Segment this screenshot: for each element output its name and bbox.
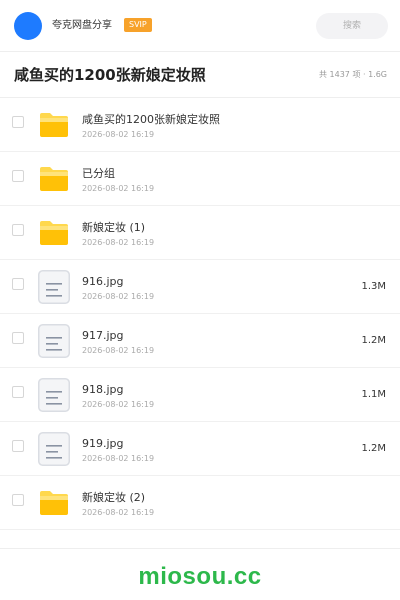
list-item[interactable]: 918.jpg 2026-08-02 16:19 1.1M [0, 368, 400, 422]
search-input[interactable]: 搜索 [316, 13, 388, 39]
list-item[interactable]: 新娘定妆 (2) 2026-08-02 16:19 [0, 476, 400, 530]
footer: miosou.cc [0, 548, 400, 600]
file-name: 咸鱼买的1200张新娘定妆照 [82, 113, 220, 126]
folder-icon [39, 486, 71, 520]
folder-title-row: 咸鱼买的1200张新娘定妆照 共 1437 项 · 1.6G [0, 52, 400, 98]
file-date: 2026-08-02 16:19 [82, 238, 155, 247]
file-size: 1.3M [361, 281, 386, 292]
file-size: 1.1M [361, 389, 386, 400]
file-size: 1.2M [361, 335, 386, 346]
file-name: 新娘定妆 (1) [82, 221, 146, 234]
file-name: 918.jpg [82, 383, 124, 396]
document-icon [38, 432, 70, 466]
file-date: 2026-08-02 16:19 [82, 454, 155, 463]
folder-icon [39, 162, 71, 196]
list-item[interactable]: 917.jpg 2026-08-02 16:19 1.2M [0, 314, 400, 368]
file-date: 2026-08-02 16:19 [82, 400, 155, 409]
file-date: 2026-08-02 16:19 [82, 184, 155, 193]
folder-icon [39, 108, 71, 142]
file-date: 2026-08-02 16:19 [82, 130, 155, 139]
list-item[interactable]: 咸鱼买的1200张新娘定妆照 2026-08-02 16:19 [0, 98, 400, 152]
svip-badge: SVIP [124, 18, 152, 32]
file-name: 新娘定妆 (2) [82, 491, 146, 504]
share-page: 夸克网盘分享 SVIP 搜索 咸鱼买的1200张新娘定妆照 共 1437 项 ·… [0, 0, 400, 600]
page-title: 咸鱼买的1200张新娘定妆照 [14, 66, 206, 84]
file-date: 2026-08-02 16:19 [82, 346, 155, 355]
file-name: 已分组 [82, 167, 115, 180]
list-item[interactable]: 919.jpg 2026-08-02 16:19 1.2M [0, 422, 400, 476]
site-name: 夸克网盘分享 [52, 20, 112, 31]
file-name: 919.jpg [82, 437, 124, 450]
select-checkbox[interactable] [12, 440, 24, 452]
file-date: 2026-08-02 16:19 [82, 508, 155, 517]
avatar[interactable] [14, 12, 42, 40]
list-item[interactable]: 新娘定妆 (1) 2026-08-02 16:19 [0, 206, 400, 260]
select-checkbox[interactable] [12, 278, 24, 290]
list-item[interactable]: 已分组 2026-08-02 16:19 [0, 152, 400, 206]
watermark-logo: miosou.cc [138, 563, 262, 590]
document-icon [38, 378, 70, 412]
select-checkbox[interactable] [12, 224, 24, 236]
select-checkbox[interactable] [12, 494, 24, 506]
file-name: 917.jpg [82, 329, 124, 342]
folder-icon [39, 216, 71, 250]
select-checkbox[interactable] [12, 116, 24, 128]
file-name: 916.jpg [82, 275, 124, 288]
list-item[interactable]: 916.jpg 2026-08-02 16:19 1.3M [0, 260, 400, 314]
folder-summary: 共 1437 项 · 1.6G [319, 70, 387, 79]
document-icon [38, 270, 70, 304]
select-checkbox[interactable] [12, 386, 24, 398]
file-size: 1.2M [361, 443, 386, 454]
header-bar: 夸克网盘分享 SVIP 搜索 [0, 0, 400, 52]
file-list: 咸鱼买的1200张新娘定妆照 2026-08-02 16:19 已分组 2026… [0, 98, 400, 530]
file-date: 2026-08-02 16:19 [82, 292, 155, 301]
document-icon [38, 324, 70, 358]
select-checkbox[interactable] [12, 332, 24, 344]
select-checkbox[interactable] [12, 170, 24, 182]
